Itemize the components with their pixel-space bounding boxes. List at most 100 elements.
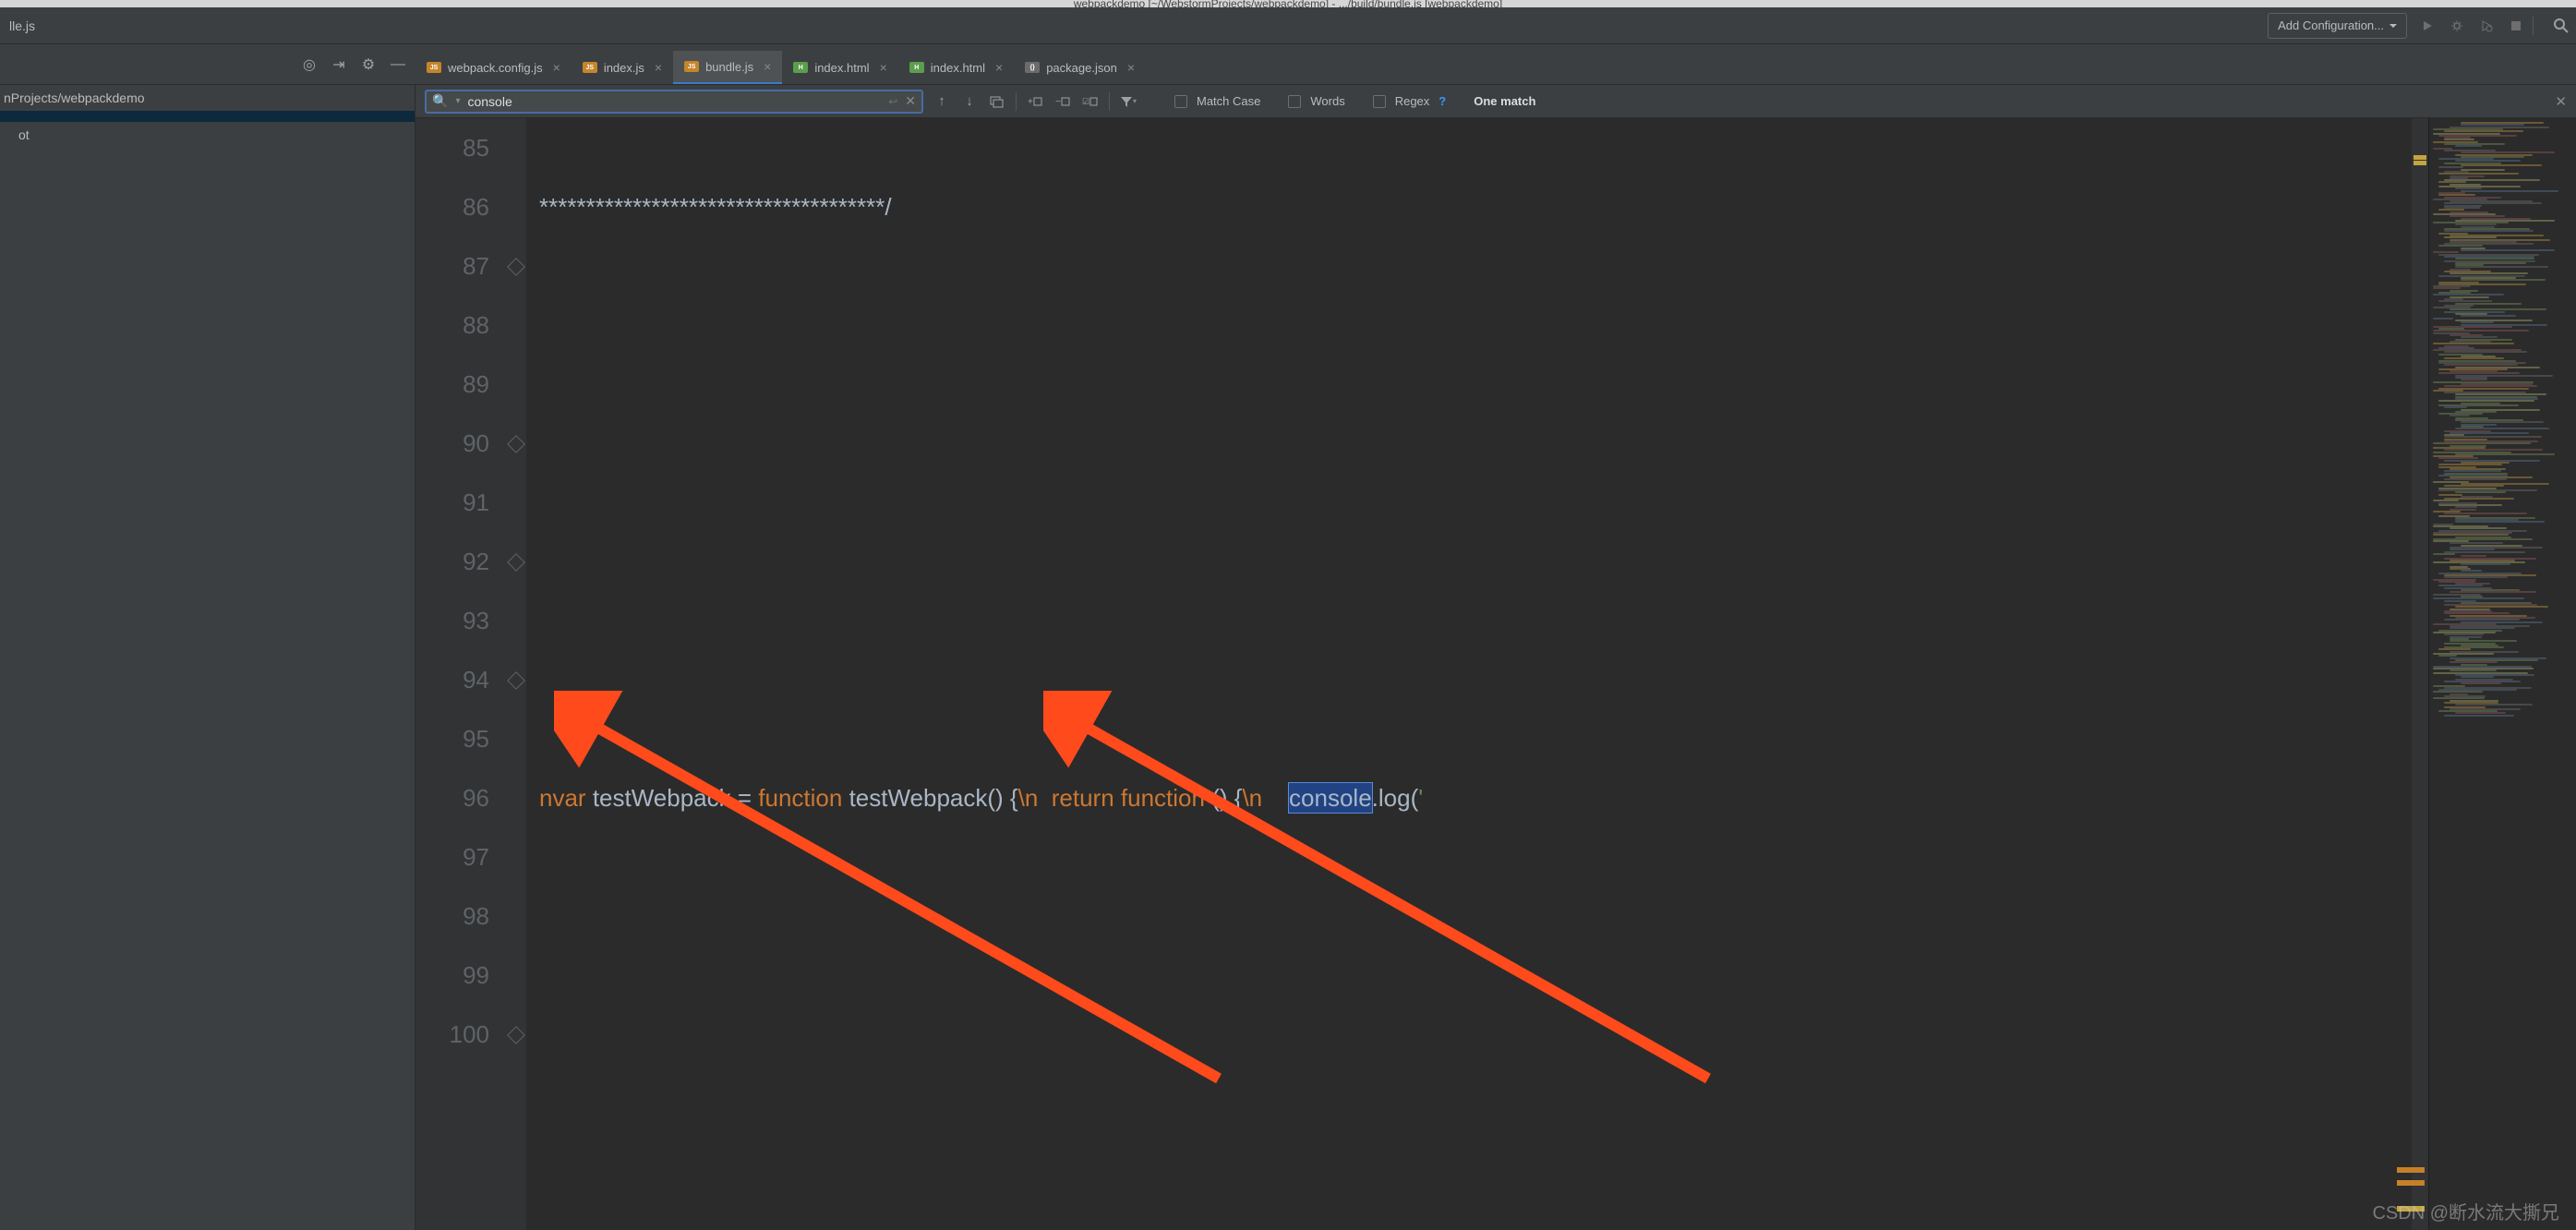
fold-marker[interactable] xyxy=(507,435,525,453)
close-findbar-icon[interactable]: ✕ xyxy=(2555,93,2567,110)
code-line[interactable] xyxy=(539,1005,2399,1064)
close-tab-icon[interactable]: × xyxy=(764,59,771,74)
line-number[interactable]: 88 xyxy=(415,295,489,355)
second-toolbar-row: ◎ ⇥ ⚙ — JSwebpack.config.js×JSindex.js×J… xyxy=(0,44,2576,85)
editor-body[interactable]: 858687888990919293949596979899100 ******… xyxy=(415,118,2576,1230)
line-number[interactable]: 99 xyxy=(415,946,489,1005)
code-line[interactable] xyxy=(539,118,2399,177)
find-input[interactable] xyxy=(467,94,881,109)
project-sidebar[interactable]: nProjects/webpackdemo ot xyxy=(0,85,415,1230)
enter-icon: ↩ xyxy=(888,95,897,108)
words-label: Words xyxy=(1310,94,1344,108)
regex-help-icon[interactable]: ? xyxy=(1438,94,1446,108)
line-number[interactable]: 90 xyxy=(415,414,489,473)
match-case-checkbox[interactable] xyxy=(1174,95,1187,108)
breadcrumb-file[interactable]: lle.js xyxy=(6,18,35,33)
line-number[interactable]: 96 xyxy=(415,768,489,827)
find-input-wrap[interactable]: 🔍 ▾ ↩ ✕ xyxy=(425,90,923,114)
words-checkbox[interactable] xyxy=(1288,95,1301,108)
code-line[interactable] xyxy=(539,355,2399,414)
fold-marker[interactable] xyxy=(507,258,525,276)
line-number[interactable]: 91 xyxy=(415,473,489,532)
regex-label: Regex xyxy=(1395,94,1430,108)
watermark: CSDN @断水流大撕兄 xyxy=(2372,1198,2559,1224)
code-line[interactable] xyxy=(539,650,2399,709)
close-tab-icon[interactable]: × xyxy=(553,60,560,75)
clear-icon[interactable]: ✕ xyxy=(905,93,916,109)
close-tab-icon[interactable]: × xyxy=(995,60,1003,75)
minimap[interactable] xyxy=(2428,118,2576,1230)
code-line[interactable]: *************************************/ xyxy=(539,177,2399,236)
svg-text:☑: ☑ xyxy=(1082,97,1089,106)
project-path[interactable]: nProjects/webpackdemo xyxy=(0,85,415,111)
code-line[interactable] xyxy=(539,414,2399,473)
line-number[interactable]: 97 xyxy=(415,827,489,886)
code-line[interactable] xyxy=(539,532,2399,591)
editor-area: 🔍 ▾ ↩ ✕ ↑ ↓ + − ☑ ▾ Match Case Words Reg… xyxy=(415,85,2576,1230)
line-number[interactable]: 94 xyxy=(415,650,489,709)
filter-icon[interactable]: ▾ xyxy=(1119,91,1138,112)
code-area[interactable]: *************************************/ n… xyxy=(526,118,2412,1230)
tab-bundle-js[interactable]: JSbundle.js× xyxy=(673,51,782,84)
marker-warning[interactable] xyxy=(2397,1167,2425,1173)
code-line[interactable] xyxy=(539,295,2399,355)
close-tab-icon[interactable]: × xyxy=(1127,60,1135,75)
line-number[interactable]: 85 xyxy=(415,118,489,177)
code-line[interactable] xyxy=(539,591,2399,650)
marker-warning[interactable] xyxy=(2397,1180,2425,1186)
run-icon[interactable] xyxy=(2418,17,2437,35)
code-line[interactable] xyxy=(539,827,2399,886)
tab-package-json[interactable]: {}package.json× xyxy=(1014,51,1146,84)
add-selection-icon[interactable]: + xyxy=(1026,91,1044,112)
hide-icon[interactable]: — xyxy=(390,56,406,73)
code-line[interactable] xyxy=(539,236,2399,295)
collapse-icon[interactable]: ⇥ xyxy=(331,56,347,73)
sidebar-item-selected[interactable] xyxy=(0,111,415,122)
gear-icon[interactable]: ⚙ xyxy=(360,56,377,73)
code-line[interactable] xyxy=(539,473,2399,532)
prev-match-icon[interactable]: ↑ xyxy=(933,91,951,112)
line-number[interactable]: 100 xyxy=(415,1005,489,1064)
line-number[interactable]: 89 xyxy=(415,355,489,414)
search-history-icon[interactable]: ▾ xyxy=(455,96,460,106)
tab-index-js[interactable]: JSindex.js× xyxy=(572,51,673,84)
filetype-icon: JS xyxy=(583,62,597,73)
select-all-icon[interactable] xyxy=(988,91,1006,112)
fold-marker[interactable] xyxy=(507,671,525,690)
line-number[interactable]: 93 xyxy=(415,591,489,650)
add-configuration-button[interactable]: Add Configuration... xyxy=(2268,13,2407,39)
filetype-icon: JS xyxy=(684,61,699,72)
select-all-occurrences-icon[interactable]: ☑ xyxy=(1081,91,1100,112)
line-number[interactable]: 87 xyxy=(415,236,489,295)
svg-text:−: − xyxy=(1055,97,1061,107)
next-match-icon[interactable]: ↓ xyxy=(960,91,979,112)
line-number[interactable]: 95 xyxy=(415,709,489,768)
code-line[interactable] xyxy=(539,886,2399,946)
search-icon: 🔍 xyxy=(432,93,448,109)
target-icon[interactable]: ◎ xyxy=(301,56,318,73)
fold-marker[interactable] xyxy=(507,553,525,572)
code-line[interactable] xyxy=(539,946,2399,1005)
code-line[interactable] xyxy=(539,709,2399,768)
regex-checkbox[interactable] xyxy=(1373,95,1386,108)
fold-strip[interactable] xyxy=(508,118,526,1230)
tab-index-html[interactable]: Hindex.html× xyxy=(898,51,1014,84)
editor-tabs: JSwebpack.config.js×JSindex.js×JSbundle.… xyxy=(415,44,2576,84)
close-tab-icon[interactable]: × xyxy=(655,60,662,75)
run-coverage-icon[interactable] xyxy=(2477,17,2496,35)
close-tab-icon[interactable]: × xyxy=(880,60,887,75)
line-gutter[interactable]: 858687888990919293949596979899100 xyxy=(415,118,508,1230)
tab-webpack-config-js[interactable]: JSwebpack.config.js× xyxy=(415,51,572,84)
sidebar-item[interactable]: ot xyxy=(0,122,415,148)
tab-index-html[interactable]: Hindex.html× xyxy=(782,51,897,84)
code-line[interactable]: nvar testWebpack = function testWebpack(… xyxy=(539,768,2399,827)
line-number[interactable]: 92 xyxy=(415,532,489,591)
fold-marker[interactable] xyxy=(507,1026,525,1044)
remove-selection-icon[interactable]: − xyxy=(1053,91,1072,112)
line-number[interactable]: 86 xyxy=(415,177,489,236)
line-number[interactable]: 98 xyxy=(415,886,489,946)
stop-icon[interactable] xyxy=(2507,17,2525,35)
right-markers[interactable] xyxy=(2412,118,2428,1230)
debug-icon[interactable] xyxy=(2448,17,2466,35)
search-everywhere-icon[interactable] xyxy=(2552,17,2570,35)
